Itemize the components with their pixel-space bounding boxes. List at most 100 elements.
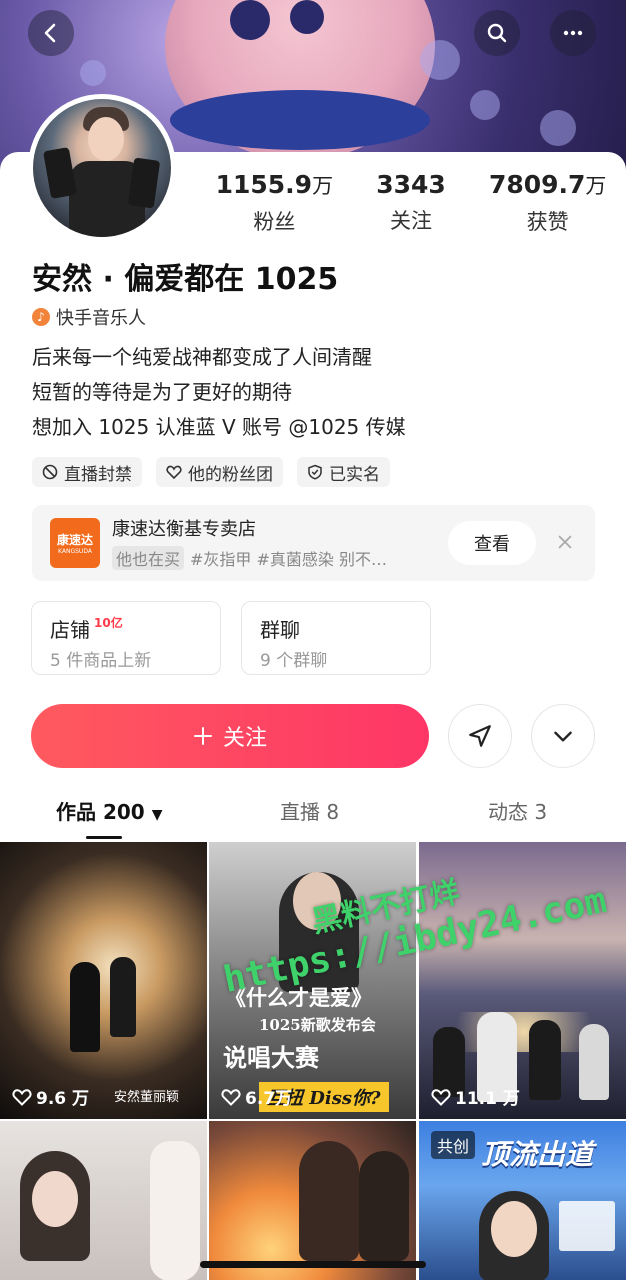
group-chat-entry[interactable]: 群聊 9 个群聊	[241, 601, 431, 675]
shop-view-button[interactable]: 查看	[448, 521, 536, 565]
video-thumbnail[interactable]: 顶流出道 共创	[419, 1121, 626, 1280]
music-tag-label: 快手音乐人	[56, 308, 146, 329]
tag-label: 他的粉丝团	[188, 464, 273, 485]
shop-desc: #灰指甲 #真菌感染 别不…	[190, 550, 388, 569]
heart-icon	[221, 1088, 241, 1106]
follow-button[interactable]: 关注	[31, 704, 429, 768]
video-thumbnail[interactable]	[209, 1121, 416, 1280]
tab-moments[interactable]: 动态 3	[488, 796, 547, 825]
more-button[interactable]	[550, 10, 596, 56]
back-button[interactable]	[28, 10, 74, 56]
stat-value: 3343	[376, 170, 446, 199]
bio-line[interactable]: 想加入 1025 认准蓝 V 账号 @1025 传媒	[32, 410, 406, 445]
stat-value: 1155.9	[215, 170, 313, 199]
stat-following[interactable]: 3343 关注	[343, 170, 480, 236]
stat-label: 关注	[390, 209, 432, 233]
avatar-phone	[127, 157, 161, 209]
avatar-phone	[43, 147, 77, 199]
person-figure	[299, 1141, 359, 1261]
bio-line: 短暂的等待是为了更好的期待	[32, 380, 292, 404]
expand-button[interactable]	[531, 704, 595, 768]
banner-bubble	[470, 90, 500, 120]
home-indicator[interactable]	[200, 1261, 426, 1268]
profile-name: 安然 · 偏爱都在 1025	[32, 262, 339, 297]
video-title-line: 说唱大赛	[223, 1043, 319, 1072]
content-tabs: 作品 200 ▼ 直播 8 动态 3	[0, 792, 626, 839]
silhouette	[529, 1020, 561, 1100]
tag-verified-identity[interactable]: 已实名	[297, 457, 390, 487]
tab-works[interactable]: 作品 200 ▼	[56, 796, 162, 825]
chevron-left-icon	[44, 23, 56, 43]
send-icon	[469, 725, 491, 747]
stat-unit: 万	[585, 174, 607, 198]
tab-underline	[86, 836, 122, 839]
video-title-line: 1025新歌发布会	[259, 1016, 376, 1034]
stat-label: 粉丝	[253, 210, 296, 234]
tag-label: 直播封禁	[64, 464, 132, 485]
shop-title: 康速达衡基专卖店	[112, 519, 256, 540]
profile-tags: 直播封禁 他的粉丝团 已实名	[32, 457, 390, 487]
heart-icon	[166, 465, 182, 480]
banner-bubble	[80, 60, 106, 86]
tag-label: 已实名	[329, 464, 380, 485]
stat-fans[interactable]: 1155.9万 粉丝	[206, 170, 343, 236]
store-badge: 10亿	[94, 616, 123, 630]
tag-fan-club[interactable]: 他的粉丝团	[156, 457, 283, 487]
send-message-button[interactable]	[448, 704, 512, 768]
tab-label: 作品 200	[56, 800, 145, 824]
banner-bubble	[420, 40, 460, 80]
silhouette	[70, 962, 100, 1052]
store-title: 店铺	[50, 618, 90, 642]
person-face	[32, 1171, 78, 1227]
co-create-badge: 共创	[431, 1131, 476, 1159]
shop-logo: 康速达 KANGSUDA	[50, 518, 100, 568]
shop-close-button[interactable]	[552, 529, 578, 555]
stat-value: 7809.7	[488, 170, 586, 199]
shop-logo-subtext: KANGSUDA	[58, 548, 92, 555]
close-icon	[558, 535, 572, 549]
like-count-value: 11.1 万	[455, 1089, 520, 1109]
group-chat-subtitle: 9 个群聊	[260, 651, 328, 671]
like-count: 9.6 万	[12, 1084, 89, 1109]
bio-line: 后来每一个纯爱战神都变成了人间清醒	[32, 345, 372, 369]
like-count-value: 6.7万	[245, 1089, 293, 1109]
follow-label: 关注	[222, 726, 267, 751]
person-face	[491, 1201, 537, 1257]
shop-pill: 他也在买	[112, 546, 185, 570]
like-count-value: 9.6 万	[36, 1089, 90, 1109]
tag-live-banned[interactable]: 直播封禁	[32, 457, 142, 487]
store-entry[interactable]: 店铺 10亿 5 件商品上新	[31, 601, 221, 675]
heart-icon	[12, 1088, 32, 1106]
music-creator-tag[interactable]: ♪ 快手音乐人	[32, 304, 146, 330]
ban-icon	[42, 464, 58, 480]
stat-unit: 万	[312, 174, 334, 198]
more-dots-icon	[563, 30, 583, 36]
stat-likes[interactable]: 7809.7万 获赞	[479, 170, 616, 236]
shop-recommendation-card[interactable]: 康速达 KANGSUDA 康速达衡基专卖店 他也在买 #灰指甲 #真菌感染 别不…	[32, 505, 595, 581]
shield-check-icon	[308, 464, 322, 480]
video-thumbnail[interactable]: 安然董丽颖 9.6 万	[0, 842, 207, 1119]
search-button[interactable]	[474, 10, 520, 56]
tab-live[interactable]: 直播 8	[280, 796, 339, 825]
like-count: 6.7万	[221, 1084, 292, 1109]
chevron-down-icon	[554, 731, 572, 742]
profile-stats: 1155.9万 粉丝 3343 关注 7809.7万 获赞	[206, 170, 616, 236]
banner-bubble	[540, 110, 576, 146]
banner-character-eye	[290, 0, 324, 34]
video-title-line: 顶流出道	[481, 1138, 594, 1171]
avatar-face	[88, 117, 124, 161]
group-chat-title: 群聊	[260, 618, 300, 642]
music-note-icon: ♪	[32, 308, 50, 326]
person-figure	[150, 1141, 200, 1280]
silhouette	[110, 957, 136, 1037]
poster-panel	[559, 1201, 615, 1251]
search-icon	[487, 23, 507, 43]
avatar[interactable]	[28, 94, 176, 242]
caret-down-icon: ▼	[151, 807, 163, 823]
video-thumbnail[interactable]	[0, 1121, 207, 1280]
banner-character-collar	[170, 90, 430, 150]
like-count: 11.1 万	[431, 1084, 520, 1109]
profile-bio: 后来每一个纯爱战神都变成了人间清醒 短暂的等待是为了更好的期待 想加入 1025…	[32, 340, 406, 445]
stat-label: 获赞	[526, 210, 569, 234]
silhouette	[579, 1024, 609, 1100]
